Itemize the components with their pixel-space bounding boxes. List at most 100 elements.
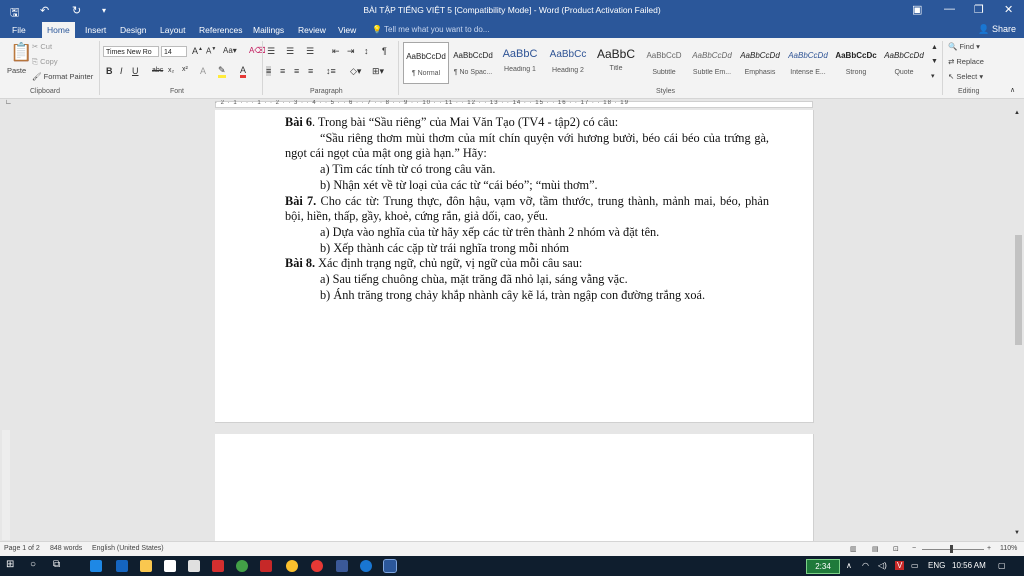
highlight-icon[interactable]: ✎ — [218, 66, 226, 78]
visual-studio-icon[interactable] — [90, 560, 102, 572]
tab-view[interactable]: View — [338, 25, 356, 35]
style-title[interactable]: AaBbC Title — [593, 42, 639, 84]
format-painter-button[interactable]: 🖌 Format Painter — [32, 72, 93, 81]
font-family-select[interactable]: Times New Ro — [103, 46, 159, 57]
minimize-icon[interactable]: — — [944, 3, 955, 15]
underline-icon[interactable]: U — [132, 66, 139, 76]
style-quote[interactable]: AaBbCcDd Quote — [881, 42, 927, 84]
opera-icon[interactable] — [311, 560, 323, 572]
cut-button[interactable]: ✂ Cut — [32, 42, 52, 51]
tab-design[interactable]: Design — [120, 25, 146, 35]
close-icon[interactable]: ✕ — [1004, 3, 1013, 16]
style-subtle-emphasis[interactable]: AaBbCcDd Subtle Em... — [689, 42, 735, 84]
zoom-level[interactable]: 110% — [1000, 545, 1017, 552]
file-explorer-icon[interactable] — [140, 560, 152, 572]
action-center-icon[interactable]: ▢ — [998, 561, 1006, 570]
subscript-icon[interactable]: x₂ — [168, 67, 174, 74]
styles-more-icon[interactable]: ▾ — [931, 72, 935, 80]
change-case-icon[interactable]: Aa▾ — [223, 46, 237, 55]
decrease-indent-icon[interactable]: ⇤ — [332, 46, 340, 57]
app-icon[interactable] — [236, 560, 248, 572]
tab-selector-icon[interactable]: ∟ — [5, 99, 12, 106]
text-effects-icon[interactable]: A — [200, 66, 206, 76]
styles-scroll-up-icon[interactable]: ▲ — [931, 44, 938, 51]
network-icon[interactable]: ◠ — [862, 561, 869, 570]
facebook-icon[interactable] — [336, 560, 348, 572]
show-hidden-icons-icon[interactable]: ∧ — [846, 561, 852, 570]
style-intense-emphasis[interactable]: AaBbCcDd Intense E... — [785, 42, 831, 84]
grow-font-icon[interactable]: A▲ — [192, 46, 203, 56]
language-indicator[interactable]: English (United States) — [92, 545, 164, 552]
bold-icon[interactable]: B — [106, 66, 113, 76]
scroll-up-icon[interactable]: ▲ — [1014, 110, 1020, 116]
collapse-ribbon-icon[interactable]: ∧ — [1010, 86, 1015, 94]
tab-review[interactable]: Review — [298, 25, 326, 35]
justify-icon[interactable]: ≡ — [308, 66, 313, 76]
strikethrough-icon[interactable]: abc — [152, 67, 163, 74]
share-button[interactable]: 👤 Share — [978, 24, 1016, 35]
paste-icon[interactable]: 📋 — [10, 42, 32, 63]
borders-icon[interactable]: ⊞▾ — [372, 66, 384, 77]
ribbon-display-options-icon[interactable]: ▣ — [912, 3, 922, 16]
clock[interactable]: 10:56 AM — [952, 561, 986, 570]
style-strong[interactable]: AaBbCcDc Strong — [833, 42, 879, 84]
find-button[interactable]: 🔍 Find ▾ — [948, 42, 980, 51]
tab-layout[interactable]: Layout — [160, 25, 186, 35]
replace-button[interactable]: ⇄ Replace — [948, 57, 984, 66]
sort-icon[interactable]: ↕ — [364, 46, 369, 56]
notification-badge[interactable]: 2:34 — [806, 559, 840, 574]
zoom-slider-thumb[interactable] — [950, 545, 953, 553]
bullets-icon[interactable]: ☰ — [267, 46, 275, 57]
zoom-slider[interactable] — [922, 549, 984, 550]
page-count[interactable]: Page 1 of 2 — [4, 545, 40, 552]
line-spacing-icon[interactable]: ↕≡ — [326, 66, 336, 76]
search-icon[interactable]: ○ — [30, 559, 36, 570]
scrollbar-thumb[interactable] — [1015, 235, 1022, 345]
document-body[interactable]: Bài 6. Trong bài “Sầu riêng” của Mai Văn… — [285, 115, 769, 303]
scroll-down-icon[interactable]: ▼ — [1014, 530, 1020, 536]
increase-indent-icon[interactable]: ⇥ — [347, 46, 355, 57]
align-left-icon[interactable]: ≡ — [266, 66, 272, 76]
edge-icon[interactable] — [116, 560, 128, 572]
shading-icon[interactable]: ◇▾ — [350, 66, 361, 77]
antivirus-icon[interactable]: V — [895, 561, 905, 570]
tab-file[interactable]: File — [12, 25, 26, 35]
app-icon[interactable] — [212, 560, 224, 572]
font-size-select[interactable]: 14 — [161, 46, 187, 57]
show-formatting-marks-icon[interactable]: ¶ — [382, 46, 387, 56]
clear-formatting-icon[interactable]: A⌫ — [249, 46, 266, 55]
web-layout-icon[interactable]: ⊡ — [893, 545, 899, 553]
word-count[interactable]: 848 words — [50, 545, 82, 552]
windows-start-icon[interactable]: ⊞ — [6, 559, 14, 570]
numbering-icon[interactable]: ☰ — [286, 46, 294, 57]
app-icon[interactable] — [260, 560, 272, 572]
page[interactable]: Bài 6. Trong bài “Sầu riêng” của Mai Văn… — [215, 110, 814, 423]
styles-scroll-down-icon[interactable]: ▼ — [931, 58, 938, 65]
align-center-icon[interactable]: ≡ — [280, 66, 285, 76]
font-color-icon[interactable]: A — [240, 66, 247, 78]
superscript-icon[interactable]: x² — [182, 66, 188, 73]
mail-icon[interactable] — [188, 560, 200, 572]
copy-button[interactable]: ⎘ Copy — [32, 57, 58, 67]
page[interactable] — [215, 434, 814, 541]
zoom-in-icon[interactable]: + — [987, 545, 991, 552]
store-icon[interactable] — [164, 560, 176, 572]
messenger-icon[interactable] — [360, 560, 372, 572]
volume-icon[interactable]: ◁) — [878, 561, 887, 570]
print-layout-icon[interactable]: ▤ — [872, 545, 879, 553]
style-heading-2[interactable]: AaBbCc Heading 2 — [545, 42, 591, 84]
tab-mailings[interactable]: Mailings — [253, 25, 284, 35]
vertical-scrollbar[interactable]: ▲ ▼ — [1012, 110, 1024, 541]
style-no-spacing[interactable]: AaBbCcDd ¶ No Spac... — [450, 42, 496, 84]
chrome-icon[interactable] — [286, 560, 298, 572]
style-normal[interactable]: AaBbCcDd ¶ Normal — [403, 42, 449, 84]
read-mode-icon[interactable]: ▥ — [850, 545, 857, 553]
paste-button[interactable]: Paste — [7, 66, 26, 75]
word-icon[interactable] — [383, 559, 397, 573]
tab-references[interactable]: References — [199, 25, 242, 35]
tab-insert[interactable]: Insert — [85, 25, 106, 35]
battery-icon[interactable]: ▭ — [911, 561, 919, 570]
style-heading-1[interactable]: AaBbC Heading 1 — [497, 42, 543, 84]
restore-icon[interactable]: ❐ — [974, 3, 984, 16]
select-button[interactable]: ↖ Select ▾ — [948, 72, 983, 81]
